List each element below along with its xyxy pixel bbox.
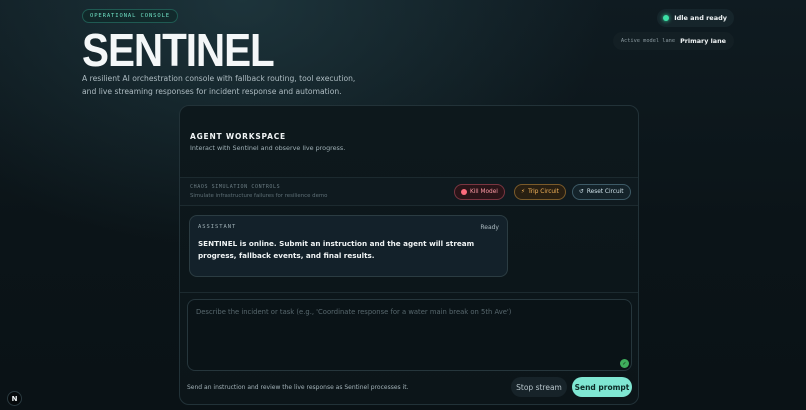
status-dot-icon [663, 15, 670, 21]
assistant-label: ASSISTANT [198, 224, 237, 230]
console-badge-label: OPERATIONAL CONSOLE [90, 13, 171, 19]
stop-stream-button[interactable]: Stop stream [511, 377, 567, 397]
stop-icon [461, 189, 467, 195]
refresh-icon: ↺ [579, 189, 584, 195]
console-badge: OPERATIONAL CONSOLE [82, 9, 179, 23]
reset-circuit-button[interactable]: ↺ Reset Circuit [572, 184, 631, 200]
chaos-title: CHAOS SIMULATION CONTROLS [190, 184, 281, 190]
model-lane-indicator: Active model lane Primary lane [612, 32, 734, 50]
lane-label: Active model lane [620, 38, 676, 44]
kill-model-button[interactable]: Kill Model [454, 184, 505, 200]
kill-model-label: Kill Model [470, 189, 498, 195]
page-subtitle: A resilient AI orchestration console wit… [82, 74, 356, 96]
lightning-icon: ⚡ [521, 189, 526, 195]
assistant-message: SENTINEL is online. Submit an instructio… [198, 239, 475, 260]
chaos-subtitle: Simulate infrastructure failures for res… [190, 193, 328, 199]
framework-badge-icon[interactable]: N [7, 391, 22, 406]
workspace-subtitle: Interact with Sentinel and observe live … [190, 144, 346, 152]
page-title: SENTINEL [82, 24, 275, 76]
composer-divider [180, 292, 638, 293]
status-indicator: Idle and ready [657, 9, 734, 27]
assistant-message-card: ASSISTANT Ready SENTINEL is online. Subm… [189, 215, 508, 277]
trip-circuit-button[interactable]: ⚡ Trip Circuit [514, 184, 566, 200]
composer-footnote: Send an instruction and review the live … [187, 384, 409, 391]
reset-circuit-label: Reset Circuit [586, 189, 624, 195]
assistant-state: Ready [480, 224, 499, 231]
status-text: Idle and ready [674, 14, 727, 22]
trip-circuit-label: Trip Circuit [528, 189, 559, 195]
send-prompt-button[interactable]: Send prompt [572, 377, 632, 397]
chaos-controls: CHAOS SIMULATION CONTROLS Simulate infra… [180, 177, 638, 206]
prompt-input[interactable] [187, 299, 632, 371]
grammar-check-icon[interactable]: ✓ [620, 359, 629, 368]
lane-value: Primary lane [680, 37, 726, 45]
workspace-title: AGENT WORKSPACE [190, 132, 286, 141]
agent-workspace-panel: AGENT WORKSPACE Interact with Sentinel a… [179, 105, 639, 405]
